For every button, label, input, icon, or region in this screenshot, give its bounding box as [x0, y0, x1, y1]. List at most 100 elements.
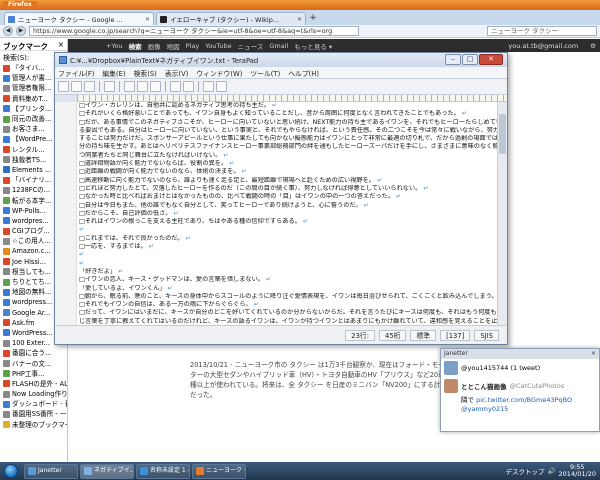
find-icon[interactable] [203, 81, 214, 92]
text-line: □高速移動に向く能力でないのなら、誰よりも速く走る足と、最短距離で現場へと赴くた… [79, 177, 499, 185]
google-bar-item[interactable]: ニュース [238, 41, 264, 51]
text-line: ↵ [79, 251, 499, 259]
bookmark-favicon-icon [3, 156, 10, 164]
start-button[interactable] [0, 462, 22, 480]
line-break-icon: ↵ [171, 209, 179, 217]
taskbar-button[interactable]: ネガティブイ... [80, 463, 134, 479]
tab-title: イエローキャブ (タクシー) - Wikip... [170, 16, 280, 24]
new-file-icon[interactable] [58, 81, 69, 92]
toolbar [55, 79, 507, 95]
search-input[interactable]: ニューヨーク タクシー [487, 26, 597, 36]
save-icon[interactable] [84, 81, 95, 92]
bookmark-favicon-icon [3, 421, 10, 429]
text-line-content: じ言葉を丁寧に教えてくれてはいるのだけれど、キースの語るイワンは、イワンが持つイ… [79, 317, 498, 325]
text-line-content: □それがいくら格好悪いことであっても、イワン自身もよく知っていることだし、昔から… [79, 110, 460, 118]
print-icon[interactable] [104, 81, 115, 92]
tweet-link[interactable]: pic.twitter.com/BGme43PqBO [476, 396, 572, 404]
user-email[interactable]: you.at.tb@gmail.com [508, 42, 578, 50]
text-line-content: □だからこそ、自己評価の低さ。 [79, 209, 172, 217]
google-bar-item[interactable]: Play [186, 42, 200, 50]
undo-icon[interactable] [170, 81, 181, 92]
menu-help[interactable]: ヘルプ(H) [288, 68, 319, 78]
google-bar-item[interactable]: YouTube [205, 42, 231, 50]
bookmark-favicon-icon [3, 309, 10, 317]
google-bar-item[interactable]: +You [106, 42, 123, 50]
bookmark-item[interactable]: ダッシュボード - 番園雨... [0, 399, 67, 409]
bookmark-item[interactable]: PHP工事... [0, 369, 67, 379]
gear-icon[interactable]: ⚙ [590, 42, 596, 50]
close-button[interactable]: ✕ [479, 54, 503, 65]
url-bar[interactable]: https://www.google.co.jp/search?q=ニューヨーク… [29, 26, 359, 36]
text-editor[interactable]: □イワン・カレリンは、自他共に認めるネガティブ思考の持ち主だ。 ↵ □それがいくら… [55, 102, 499, 326]
tweet-author[interactable]: ととこん猫画像 [461, 381, 507, 391]
taskbar-button[interactable]: 名称未設定 1 - 0... [136, 463, 190, 479]
menu-window[interactable]: ウィンドウ(W) [196, 68, 242, 78]
bookmark-item[interactable]: Now Loading作り方 [0, 389, 67, 399]
notification-account: @you1415744 (1 tweet) [461, 364, 541, 372]
volume-icon[interactable]: 🔊 [547, 467, 555, 475]
editor-text[interactable]: □イワン・カレリンは、自他共に認めるネガティブ思考の持ち主だ。 ↵ □それがいくら… [79, 102, 499, 326]
clock[interactable]: 9:55 2014/01/20 [559, 464, 596, 478]
replace-icon[interactable] [216, 81, 227, 92]
taskbar-button[interactable]: Janetter [24, 463, 78, 479]
google-bar-item[interactable]: もっと見る ▾ [294, 41, 332, 51]
bookmark-label: Joe Hissi... [12, 257, 46, 266]
browser-tab-wikipedia[interactable]: イエローキャブ (タクシー) - Wikip... ✕ [156, 12, 306, 25]
tweet-text: 隣で [461, 396, 474, 404]
close-icon[interactable]: ✕ [297, 16, 302, 23]
menu-edit[interactable]: 編集(E) [102, 68, 125, 78]
tweet-mention[interactable]: @yammy0215 [461, 405, 596, 414]
back-icon[interactable]: ◀ [3, 26, 13, 36]
minimize-button[interactable]: – [445, 54, 461, 65]
menu-search[interactable]: 検索(S) [134, 68, 157, 78]
bookmark-item[interactable]: FLASHの是外 - ALPHA F... [0, 379, 67, 389]
bookmark-label: wordpres... [12, 216, 49, 225]
close-icon[interactable]: × [58, 40, 64, 49]
bookmark-item[interactable]: 番園用SS番所 - 一覧 [0, 409, 67, 419]
cut-icon[interactable] [124, 81, 135, 92]
bookmark-favicon-icon [3, 298, 10, 306]
taskbar-button[interactable]: ニューヨーク タク... [192, 463, 246, 479]
close-icon[interactable]: × [591, 349, 596, 359]
text-line: つ同業者たちと同じ舞台に立たなければいけない。 ↵ [79, 152, 499, 160]
forward-icon[interactable]: ▶ [16, 26, 26, 36]
scrollbar-thumb[interactable] [499, 114, 506, 154]
google-bar-item[interactable]: 地図 [167, 41, 180, 51]
menu-tools[interactable]: ツール(T) [250, 68, 280, 78]
close-icon[interactable]: ✕ [145, 16, 150, 23]
bookmark-favicon-icon [3, 125, 10, 133]
text-line-content: □一応を、するまでは。 [79, 243, 147, 251]
toolbar-divider [198, 81, 199, 92]
google-bar: +You 検索 画像 地図 Play YouTube ニュース Gmail もっ… [68, 39, 600, 52]
menu-view[interactable]: 表示(V) [165, 68, 189, 78]
tweet-handle[interactable]: @CatCutePhotos [510, 382, 565, 390]
vertical-scrollbar[interactable] [497, 102, 507, 326]
toolbar-divider [165, 81, 166, 92]
maximize-button[interactable]: □ [462, 54, 478, 65]
menu-file[interactable]: ファイル(F) [58, 68, 94, 78]
google-bar-item[interactable]: Gmail [269, 42, 288, 50]
bookmark-label: お客さま... [12, 125, 45, 134]
open-folder-icon[interactable] [71, 81, 82, 92]
bookmark-item[interactable]: バナーの文... [0, 358, 67, 368]
status-encoding: SJIS [474, 329, 499, 341]
bookmark-item[interactable]: 未整理のブックマーク [0, 420, 67, 430]
new-tab-button[interactable]: + [308, 13, 318, 25]
janetter-notification[interactable]: Janetter × @you1415744 (1 tweet) ととこん猫画像… [440, 348, 600, 432]
toolbar-divider [119, 81, 120, 92]
menu-bar: ファイル(F) 編集(E) 検索(S) 表示(V) ウィンドウ(W) ツール(T… [55, 67, 507, 79]
janetter-app-name: Janetter [444, 350, 468, 357]
browser-tab-google[interactable]: ニューヨーク タクシー - Google ... ✕ [4, 12, 154, 25]
bookmark-label: 100 Exter... [12, 339, 50, 348]
text-line: □どれほど努力したとて、欠落したヒーローを作るのだ（この間の目が続く事）、努力し… [79, 185, 499, 193]
google-bar-item-active[interactable]: 検索 [129, 41, 142, 51]
text-line: □イワン・カレリンは、自他共に認めるネガティブ思考の持ち主だ。 ↵ [79, 102, 499, 110]
google-bar-item[interactable]: 画像 [148, 41, 161, 51]
paste-icon[interactable] [150, 81, 161, 92]
redo-icon[interactable] [183, 81, 194, 92]
bookmark-item[interactable]: 番園に合う... [0, 348, 67, 358]
firefox-menu-button[interactable]: Firefox [3, 1, 37, 9]
copy-icon[interactable] [137, 81, 148, 92]
text-line-content: □だが、ある事情でこのネガティブさこそが、ヒーローに向いていないと思い続け、NE… [79, 118, 499, 126]
desktop-label[interactable]: デスクトップ [505, 466, 544, 476]
